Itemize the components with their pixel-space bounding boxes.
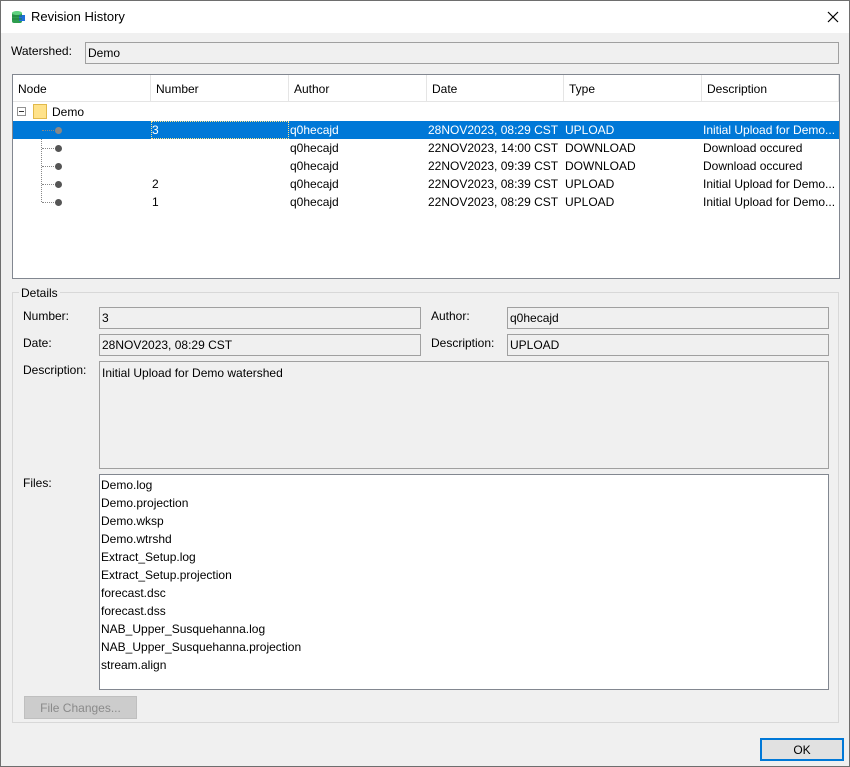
cell-date: 22NOV2023, 14:00 CST: [428, 141, 559, 155]
file-changes-button[interactable]: File Changes...: [24, 696, 137, 719]
cell-description: Initial Upload for Demo...: [703, 123, 836, 137]
folder-icon: [33, 104, 47, 119]
list-item[interactable]: Demo.wksp: [101, 514, 827, 532]
list-item[interactable]: stream.align: [101, 658, 827, 676]
list-item[interactable]: Demo.projection: [101, 496, 827, 514]
revision-node-icon: [55, 127, 62, 134]
files-label: Files:: [23, 476, 52, 490]
revision-node-icon: [55, 181, 62, 188]
tree-root-row[interactable]: Demo: [13, 103, 839, 121]
table-row[interactable]: q0hecajd 22NOV2023, 14:00 CST DOWNLOAD Down…: [13, 139, 839, 157]
list-item[interactable]: NAB_Upper_Susquehanna.projection: [101, 640, 827, 658]
cell-type: UPLOAD: [565, 195, 615, 209]
cell-author: q0hecajd: [290, 123, 339, 137]
revision-node-icon: [55, 199, 62, 206]
close-icon: [827, 11, 839, 22]
cell-author: q0hecajd: [290, 159, 339, 173]
author-field: q0hecajd: [507, 307, 829, 329]
ok-button[interactable]: OK: [760, 738, 844, 761]
description-textarea: Initial Upload for Demo watershed: [99, 361, 829, 469]
tree-connector-horizontal: [42, 148, 56, 149]
watershed-field: Demo: [85, 42, 839, 64]
cell-number: 2: [152, 177, 159, 191]
tree-connector-horizontal: [42, 166, 56, 167]
window-title: Revision History: [31, 9, 125, 24]
title-bar[interactable]: Revision History: [1, 1, 849, 33]
tree-connector-horizontal: [42, 184, 56, 185]
list-item[interactable]: Demo.wtrshd: [101, 532, 827, 550]
close-button[interactable]: [817, 1, 849, 32]
tree-root-label: Demo: [52, 105, 85, 119]
database-network-icon: [12, 11, 25, 23]
column-header-description[interactable]: Description: [702, 75, 839, 102]
description-label: Description:: [23, 363, 87, 377]
cell-author: q0hecajd: [290, 141, 339, 155]
column-header-number[interactable]: Number: [151, 75, 289, 102]
files-list[interactable]: Demo.log Demo.projection Demo.wksp Demo.wtr…: [99, 474, 829, 690]
cell-type: DOWNLOAD: [565, 159, 636, 173]
tree-connector-horizontal: [42, 202, 56, 203]
details-group-title: Details: [19, 286, 60, 300]
list-item[interactable]: Extract_Setup.log: [101, 550, 827, 568]
cell-date: 28NOV2023, 08:29 CST: [428, 123, 559, 137]
cell-date: 22NOV2023, 08:39 CST: [428, 177, 559, 191]
date-label: Date:: [23, 336, 52, 350]
minus-box-icon[interactable]: [17, 107, 26, 116]
number-label: Number:: [23, 309, 70, 323]
cell-date: 22NOV2023, 09:39 CST: [428, 159, 559, 173]
cell-description: Initial Upload for Demo...: [703, 177, 836, 191]
type-description-field: UPLOAD: [507, 334, 829, 356]
revision-history-dialog: Revision History Watershed: Demo Node Nu…: [0, 0, 850, 767]
column-header-author[interactable]: Author: [289, 75, 427, 102]
table-row[interactable]: q0hecajd 22NOV2023, 09:39 CST DOWNLOAD Down…: [13, 157, 839, 175]
revision-node-icon: [55, 145, 62, 152]
cell-focus-indicator: [151, 121, 289, 139]
list-item[interactable]: forecast.dsc: [101, 586, 827, 604]
revision-node-icon: [55, 163, 62, 170]
cell-description: Download occured: [703, 141, 803, 155]
author-label: Author:: [431, 309, 470, 323]
column-header-date[interactable]: Date: [427, 75, 564, 102]
revision-table[interactable]: Node Number Author Date Type Description…: [12, 74, 840, 279]
column-header-type[interactable]: Type: [564, 75, 702, 102]
cell-number: 1: [152, 195, 159, 209]
table-header: Node Number Author Date Type Description: [13, 75, 839, 102]
list-item[interactable]: Demo.log: [101, 478, 827, 496]
cell-type: DOWNLOAD: [565, 141, 636, 155]
date-field: 28NOV2023, 08:29 CST: [99, 334, 421, 356]
list-item[interactable]: forecast.dss: [101, 604, 827, 622]
list-item[interactable]: NAB_Upper_Susquehanna.log: [101, 622, 827, 640]
tree-connector-horizontal: [42, 130, 56, 131]
type-description-label: Description:: [431, 336, 495, 350]
list-item[interactable]: Extract_Setup.projection: [101, 568, 827, 586]
cell-date: 22NOV2023, 08:29 CST: [428, 195, 559, 209]
cell-author: q0hecajd: [290, 195, 339, 209]
watershed-label: Watershed:: [11, 44, 72, 58]
table-row[interactable]: 3 q0hecajd 28NOV2023, 08:29 CST UPLOAD Initi…: [13, 121, 839, 139]
cell-type: UPLOAD: [565, 123, 615, 137]
cell-author: q0hecajd: [290, 177, 339, 191]
column-header-node[interactable]: Node: [13, 75, 151, 102]
cell-type: UPLOAD: [565, 177, 615, 191]
table-row[interactable]: 2 q0hecajd 22NOV2023, 08:39 CST UPLOAD Initi…: [13, 175, 839, 193]
cell-description: Initial Upload for Demo...: [703, 195, 836, 209]
cell-description: Download occured: [703, 159, 803, 173]
number-field: 3: [99, 307, 421, 329]
table-row[interactable]: 1 q0hecajd 22NOV2023, 08:29 CST UPLOAD Initi…: [13, 193, 839, 211]
